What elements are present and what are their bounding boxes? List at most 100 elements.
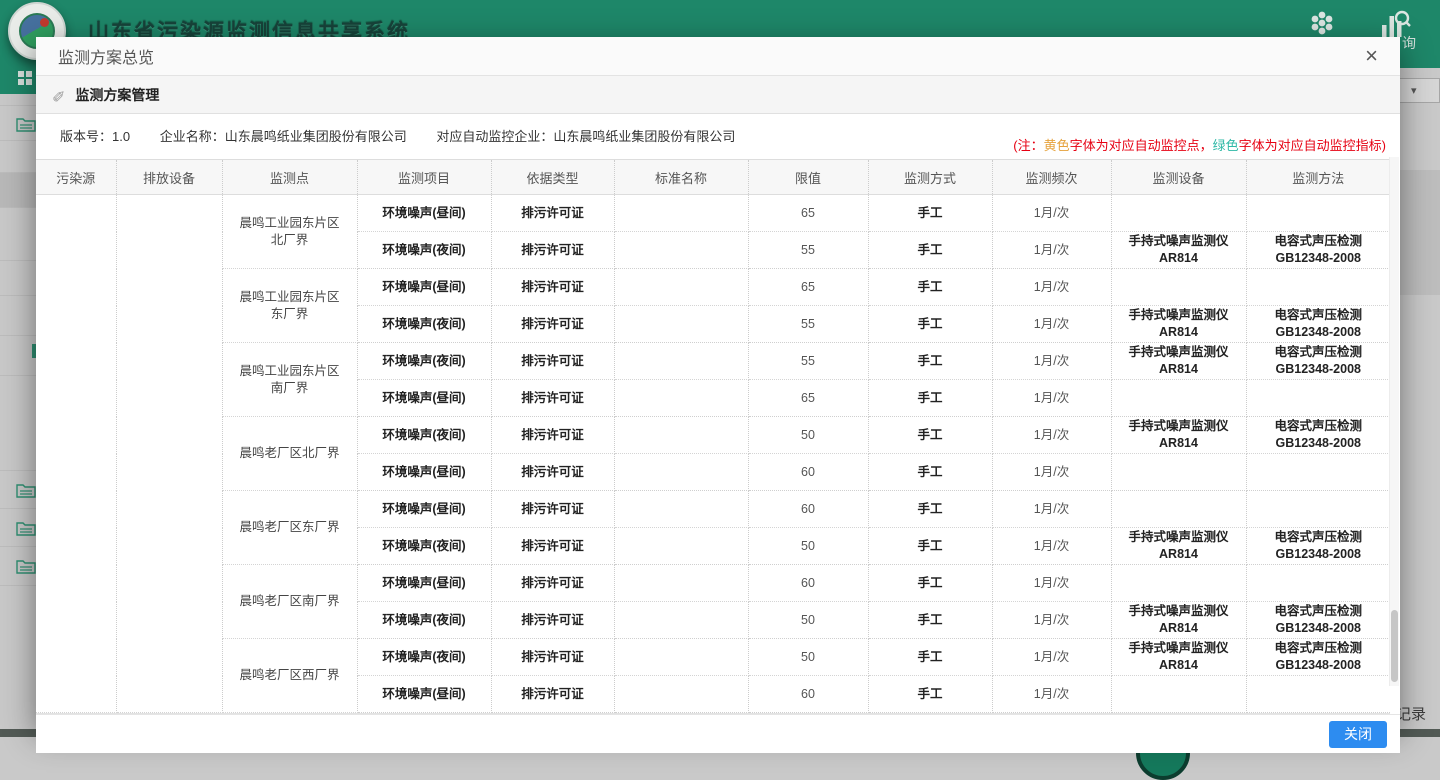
modal-footer: 关闭 <box>36 714 1400 753</box>
monitor-frequency-cell: 1月/次 <box>992 565 1111 602</box>
monitor-point-cell: 晨鸣老厂区北厂界 <box>222 417 357 491</box>
close-icon[interactable]: × <box>1365 45 1378 67</box>
background-dropdown[interactable]: ▾ <box>1398 78 1440 103</box>
company-value: 山东晨鸣纸业集团股份有限公司 <box>225 129 407 144</box>
monitor-mode-cell: 手工 <box>868 454 992 491</box>
limit-cell: 50 <box>748 639 868 676</box>
limit-cell: 55 <box>748 343 868 380</box>
monitor-method-cell: 电容式声压检测 GB12348-2008 <box>1246 306 1390 343</box>
logo-red-dot <box>40 18 49 27</box>
modal-title: 监测方案总览 <box>58 44 154 68</box>
version-label: 版本号： <box>60 129 112 144</box>
limit-cell: 50 <box>748 528 868 565</box>
monitor-method-cell <box>1246 380 1390 417</box>
monitor-item-cell: 环境噪声(昼间) <box>357 491 491 528</box>
monitor-device-cell: 手持式噪声监测仪 AR814 <box>1111 306 1246 343</box>
plan-table: 污染源排放设备监测点监测项目依据类型标准名称限值监测方式监测频次监测设备监测方法… <box>36 159 1390 713</box>
monitor-method-cell <box>1246 195 1390 232</box>
monitor-item-cell: 环境噪声(夜间) <box>357 306 491 343</box>
note-green: 绿色 <box>1213 138 1239 153</box>
basis-type-cell: 排污许可证 <box>491 639 614 676</box>
limit-cell: 60 <box>748 565 868 602</box>
folder-icon[interactable] <box>16 482 36 498</box>
header-icon-label-partial: 询 <box>1402 33 1416 53</box>
monitor-method-cell <box>1246 491 1390 528</box>
monitor-method-cell <box>1246 454 1390 491</box>
monitoring-plan-modal: 监测方案总览 × ✎ 监测方案管理 版本号：1.0 企业名称：山东晨鸣纸业集团股… <box>36 37 1400 728</box>
scrollbar-thumb[interactable] <box>1391 610 1398 682</box>
table-header-row: 污染源排放设备监测点监测项目依据类型标准名称限值监测方式监测频次监测设备监测方法 <box>36 160 1390 195</box>
monitor-device-cell <box>1111 380 1246 417</box>
background-panel <box>1400 170 1440 295</box>
column-header: 监测设备 <box>1111 160 1246 195</box>
color-legend-note: (注：黄色字体为对应自动监控点，绿色字体为对应自动监控指标) <box>1013 135 1386 154</box>
pen-icon: ✎ <box>52 85 65 105</box>
basis-type-cell: 排污许可证 <box>491 343 614 380</box>
scrollbar-track[interactable] <box>1389 157 1399 686</box>
record-count-partial: 记录 <box>1396 703 1426 724</box>
monitor-method-cell <box>1246 565 1390 602</box>
basis-type-cell: 排污许可证 <box>491 528 614 565</box>
limit-cell: 60 <box>748 676 868 713</box>
monitor-frequency-cell: 1月/次 <box>992 417 1111 454</box>
standard-name-cell <box>614 565 748 602</box>
monitor-mode-cell: 手工 <box>868 380 992 417</box>
auto-company-value: 山东晨鸣纸业集团股份有限公司 <box>553 129 735 144</box>
monitor-mode-cell: 手工 <box>868 306 992 343</box>
close-button[interactable]: 关闭 <box>1329 721 1387 748</box>
monitor-item-cell: 环境噪声(昼间) <box>357 269 491 306</box>
dashboard-grid-icon[interactable] <box>18 71 24 77</box>
folder-icon[interactable] <box>16 558 36 574</box>
table-row: 晨鸣老厂区东厂界环境噪声(昼间)排污许可证60手工1月/次 <box>36 491 1390 528</box>
monitor-frequency-cell: 1月/次 <box>992 343 1111 380</box>
standard-name-cell <box>614 639 748 676</box>
monitor-mode-cell: 手工 <box>868 232 992 269</box>
note-part3: 字体为对应自动监控指标) <box>1239 138 1386 153</box>
monitor-method-cell <box>1246 676 1390 713</box>
basis-type-cell: 排污许可证 <box>491 602 614 639</box>
table-row: 晨鸣工业园东片区南厂界环境噪声(夜间)排污许可证55手工1月/次手持式噪声监测仪… <box>36 343 1390 380</box>
monitor-item-cell: 环境噪声(夜间) <box>357 417 491 454</box>
basis-type-cell: 排污许可证 <box>491 676 614 713</box>
folder-icon[interactable] <box>16 520 36 536</box>
monitor-device-cell: 手持式噪声监测仪 AR814 <box>1111 417 1246 454</box>
emission-device-cell <box>116 195 222 713</box>
monitor-method-cell: 电容式声压检测 GB12348-2008 <box>1246 528 1390 565</box>
column-header: 监测点 <box>222 160 357 195</box>
column-header: 限值 <box>748 160 868 195</box>
monitor-device-cell <box>1111 195 1246 232</box>
monitor-frequency-cell: 1月/次 <box>992 454 1111 491</box>
monitor-device-cell: 手持式噪声监测仪 AR814 <box>1111 602 1246 639</box>
folder-icon[interactable] <box>16 116 36 132</box>
limit-cell: 55 <box>748 306 868 343</box>
table-row: 晨鸣工业园东片区北厂界环境噪声(昼间)排污许可证65手工1月/次 <box>36 195 1390 232</box>
standard-name-cell <box>614 269 748 306</box>
section-title: 监测方案管理 <box>75 85 159 105</box>
plan-info: 版本号：1.0 企业名称：山东晨鸣纸业集团股份有限公司 对应自动监控企业：山东晨… <box>60 126 761 145</box>
table-area: 污染源排放设备监测点监测项目依据类型标准名称限值监测方式监测频次监测设备监测方法… <box>36 159 1400 714</box>
monitor-device-cell: 手持式噪声监测仪 AR814 <box>1111 639 1246 676</box>
monitor-frequency-cell: 1月/次 <box>992 639 1111 676</box>
limit-cell: 65 <box>748 195 868 232</box>
monitor-mode-cell: 手工 <box>868 491 992 528</box>
basis-type-cell: 排污许可证 <box>491 417 614 454</box>
monitor-method-cell: 电容式声压检测 GB12348-2008 <box>1246 343 1390 380</box>
column-header: 监测频次 <box>992 160 1111 195</box>
standard-name-cell <box>614 380 748 417</box>
monitor-frequency-cell: 1月/次 <box>992 491 1111 528</box>
standard-name-cell <box>614 528 748 565</box>
basis-type-cell: 排污许可证 <box>491 565 614 602</box>
standard-name-cell <box>614 417 748 454</box>
monitor-mode-cell: 手工 <box>868 639 992 676</box>
table-row: 晨鸣老厂区西厂界环境噪声(夜间)排污许可证50手工1月/次手持式噪声监测仪 AR… <box>36 639 1390 676</box>
monitor-device-cell <box>1111 454 1246 491</box>
limit-cell: 55 <box>748 232 868 269</box>
monitor-item-cell: 环境噪声(昼间) <box>357 565 491 602</box>
limit-cell: 65 <box>748 269 868 306</box>
standard-name-cell <box>614 676 748 713</box>
apps-grid-icon[interactable] <box>1306 8 1338 38</box>
limit-cell: 60 <box>748 491 868 528</box>
monitor-item-cell: 环境噪声(夜间) <box>357 639 491 676</box>
info-row: 版本号：1.0 企业名称：山东晨鸣纸业集团股份有限公司 对应自动监控企业：山东晨… <box>36 114 1400 159</box>
monitor-method-cell: 电容式声压检测 GB12348-2008 <box>1246 417 1390 454</box>
